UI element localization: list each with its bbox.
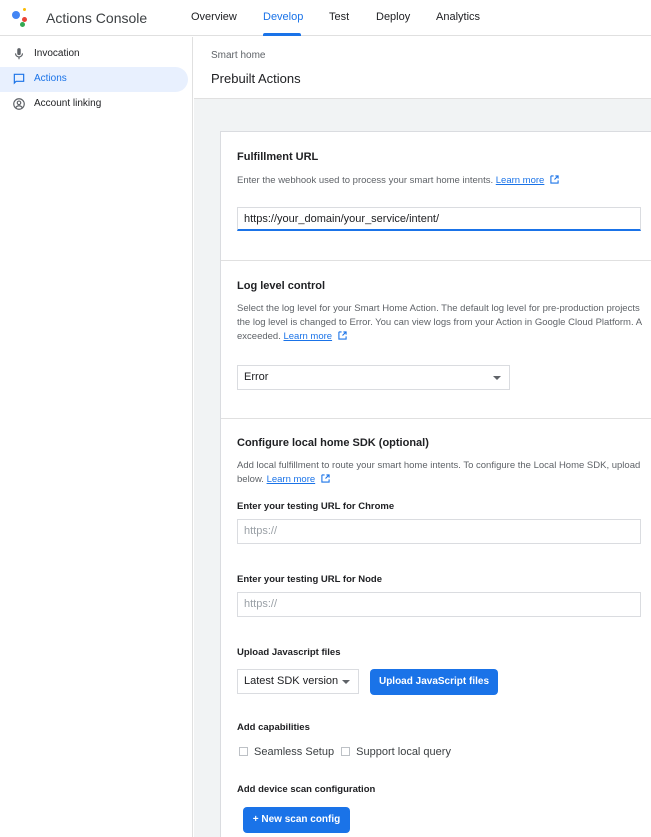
content-header: Smart home Prebuilt Actions [194, 37, 651, 99]
sidebar-item-account-linking[interactable]: Account linking [0, 92, 188, 117]
section-divider [221, 418, 651, 419]
sdk-version-select[interactable]: Latest SDK version [237, 669, 359, 694]
local-home-description-line: Add local fulfillment to route your smar… [237, 460, 641, 471]
local-home-learn-more-link[interactable]: Learn more [267, 474, 316, 485]
fulfillment-title: Fulfillment URL [237, 151, 319, 163]
log-level-description-line: the log level is changed to Error. You c… [237, 317, 643, 328]
seamless-setup-label: Seamless Setup [254, 746, 335, 758]
local-home-title: Configure local home SDK (optional) [237, 437, 429, 449]
seamless-setup-checkbox[interactable] [239, 747, 248, 756]
dropdown-arrow-icon [342, 680, 350, 684]
capabilities-row: Seamless Setup Support local query [239, 746, 451, 758]
chrome-url-input[interactable]: https:// [237, 519, 641, 544]
log-level-title: Log level control [237, 280, 326, 292]
chrome-url-label: Enter your testing URL for Chrome [237, 501, 395, 512]
sidebar-item-label: Account linking [34, 98, 102, 109]
support-local-query-checkbox[interactable] [341, 747, 351, 756]
local-home-description-line: below. [237, 474, 264, 485]
fulfillment-description-text: Enter the webhook used to process your s… [237, 175, 494, 186]
active-tab-indicator [263, 33, 301, 36]
log-level-learn-more-link[interactable]: Learn more [283, 331, 332, 342]
sdk-version-selected-value: Latest SDK version [244, 675, 339, 687]
node-url-label: Enter your testing URL for Node [237, 574, 382, 585]
fulfillment-description: Enter the webhook used to process your s… [237, 174, 651, 188]
capabilities-label: Add capabilities [237, 722, 310, 733]
tab-overview[interactable]: Overview [191, 11, 237, 23]
local-home-description: Add local fulfillment to route your smar… [237, 459, 651, 487]
sidebar: Invocation Actions Account linking [0, 37, 193, 837]
log-level-description-line: exceeded. [237, 331, 281, 342]
tab-test[interactable]: Test [329, 11, 349, 23]
external-link-icon[interactable] [321, 474, 330, 483]
log-level-select[interactable]: Error [237, 365, 510, 390]
new-scan-config-button[interactable]: + New scan config [243, 807, 350, 833]
mic-icon [14, 48, 24, 60]
fulfillment-url-input[interactable]: https://your_domain/your_service/intent/ [237, 207, 641, 231]
chat-icon [13, 73, 25, 85]
log-level-description-line: Select the log level for your Smart Home… [237, 303, 640, 314]
support-local-query-label: Support local query [356, 746, 451, 758]
page-title: Prebuilt Actions [211, 71, 301, 86]
upload-js-label: Upload Javascript files [237, 647, 341, 658]
external-link-icon[interactable] [338, 331, 347, 340]
upload-javascript-button[interactable]: Upload JavaScript files [370, 669, 498, 695]
settings-card: Fulfillment URL Enter the webhook used t… [220, 131, 651, 837]
section-divider [221, 260, 651, 261]
assistant-logo-icon [11, 8, 33, 28]
node-url-input[interactable]: https:// [237, 592, 641, 617]
scan-config-label: Add device scan configuration [237, 784, 376, 795]
breadcrumb: Smart home [211, 50, 266, 61]
tab-deploy[interactable]: Deploy [376, 11, 410, 23]
sidebar-item-label: Invocation [34, 48, 80, 59]
app-title: Actions Console [46, 10, 148, 26]
main-content: Fulfillment URL Enter the webhook used t… [194, 99, 651, 837]
sidebar-item-actions[interactable]: Actions [0, 67, 188, 92]
fulfillment-learn-more-link[interactable]: Learn more [496, 175, 545, 186]
top-bar: Actions Console Overview Develop Test De… [0, 0, 651, 36]
external-link-icon[interactable] [550, 175, 559, 184]
tab-develop[interactable]: Develop [263, 11, 303, 23]
sidebar-item-invocation[interactable]: Invocation [0, 42, 188, 67]
dropdown-arrow-icon [493, 376, 501, 380]
account-circle-icon [13, 98, 25, 110]
log-level-selected-value: Error [244, 371, 269, 383]
tab-analytics[interactable]: Analytics [436, 11, 480, 23]
sidebar-item-label: Actions [34, 73, 67, 84]
log-level-description: Select the log level for your Smart Home… [237, 302, 651, 344]
